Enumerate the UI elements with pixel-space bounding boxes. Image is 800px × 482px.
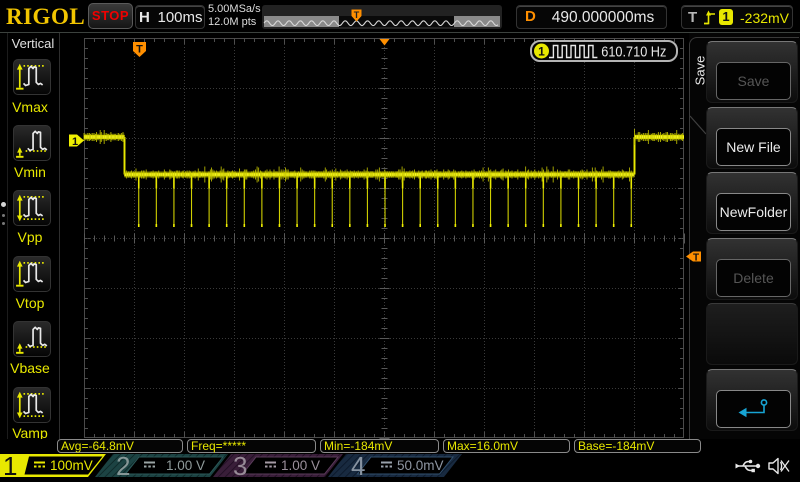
svg-text:T: T — [693, 253, 699, 264]
svg-text:1: 1 — [538, 45, 545, 59]
svg-text:610.710 Hz: 610.710 Hz — [601, 42, 666, 59]
svg-text:1: 1 — [72, 136, 78, 148]
svg-text:T: T — [354, 10, 360, 20]
svg-text:T: T — [136, 44, 143, 56]
